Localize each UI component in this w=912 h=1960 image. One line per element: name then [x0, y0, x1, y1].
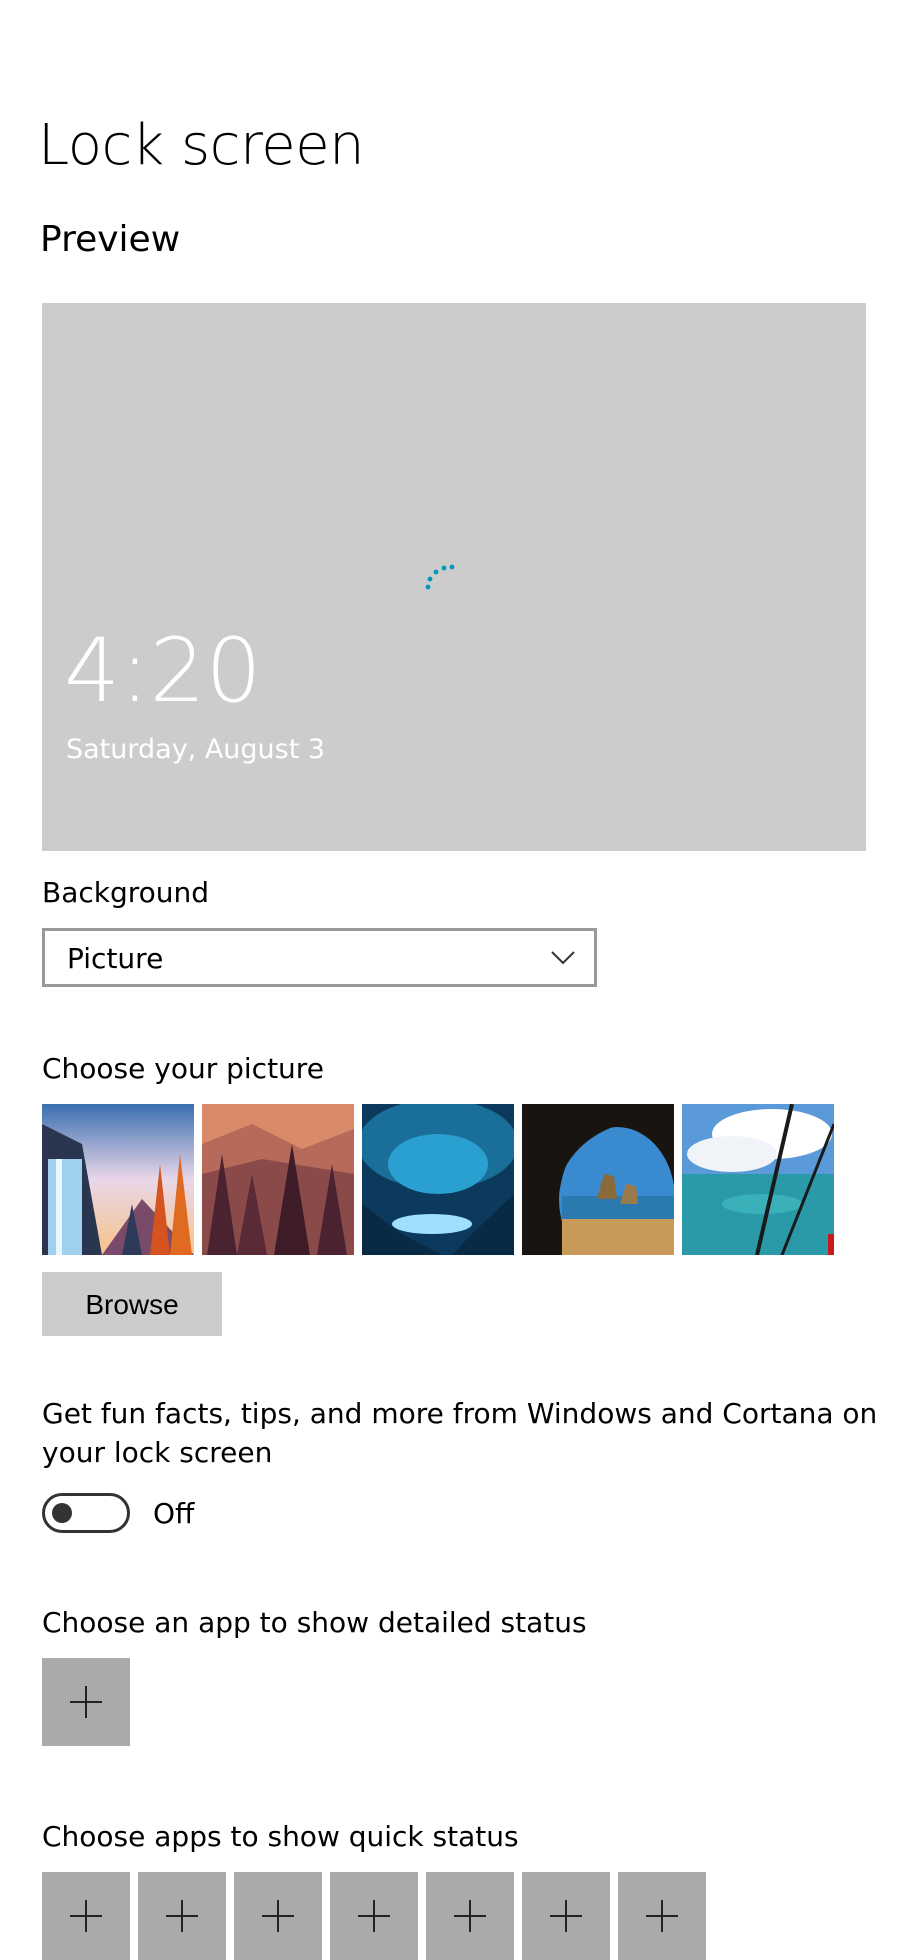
add-quick-status-app-button[interactable] [234, 1872, 322, 1960]
waterfall-forest-illustration [42, 1104, 194, 1255]
plus-icon [70, 1686, 102, 1718]
add-quick-status-app-button[interactable] [138, 1872, 226, 1960]
plus-icon [70, 1900, 102, 1932]
plus-icon [550, 1900, 582, 1932]
thumbnail-airplane-window-ocean[interactable] [682, 1104, 834, 1255]
picture-thumbnails [42, 1104, 834, 1255]
thumbnail-ice-cave[interactable] [362, 1104, 514, 1255]
thumbnail-sea-cave-beach[interactable] [522, 1104, 674, 1255]
plus-icon [262, 1900, 294, 1932]
add-detailed-status-app-button[interactable] [42, 1658, 130, 1746]
page-title: Lock screen [38, 113, 365, 178]
preview-heading: Preview [40, 219, 181, 260]
background-dropdown[interactable]: Picture [42, 928, 597, 987]
tips-toggle-state: Off [153, 1497, 195, 1530]
background-dropdown-value: Picture [67, 942, 164, 975]
sea-cave-beach-photo [522, 1104, 674, 1255]
plus-icon [646, 1900, 678, 1932]
quick-status-label: Choose apps to show quick status [42, 1820, 519, 1853]
preview-time: 4:20 [64, 619, 262, 722]
tips-toggle[interactable] [42, 1493, 130, 1533]
quick-status-slots [42, 1872, 706, 1960]
add-quick-status-app-button[interactable] [522, 1872, 610, 1960]
plus-icon [166, 1900, 198, 1932]
add-quick-status-app-button[interactable] [330, 1872, 418, 1960]
pine-forest-illustration [202, 1104, 354, 1255]
chevron-down-icon [551, 951, 575, 965]
plus-icon [454, 1900, 486, 1932]
background-label: Background [42, 876, 210, 909]
airplane-window-ocean-photo [682, 1104, 834, 1255]
tips-label: Get fun facts, tips, and more from Windo… [42, 1397, 878, 1469]
detailed-status-label: Choose an app to show detailed status [42, 1606, 587, 1639]
add-quick-status-app-button[interactable] [426, 1872, 514, 1960]
browse-button[interactable]: Browse [42, 1272, 222, 1336]
toggle-knob [52, 1503, 72, 1523]
thumbnail-waterfall-forest[interactable] [42, 1104, 194, 1255]
preview-date: Saturday, August 3 [66, 734, 326, 765]
lock-screen-preview: 4:20 Saturday, August 3 [42, 303, 866, 851]
plus-icon [358, 1900, 390, 1932]
add-quick-status-app-button[interactable] [42, 1872, 130, 1960]
choose-picture-label: Choose your picture [42, 1052, 324, 1085]
ice-cave-photo [362, 1104, 514, 1255]
thumbnail-pine-forest[interactable] [202, 1104, 354, 1255]
loading-spinner-icon [425, 564, 455, 590]
add-quick-status-app-button[interactable] [618, 1872, 706, 1960]
